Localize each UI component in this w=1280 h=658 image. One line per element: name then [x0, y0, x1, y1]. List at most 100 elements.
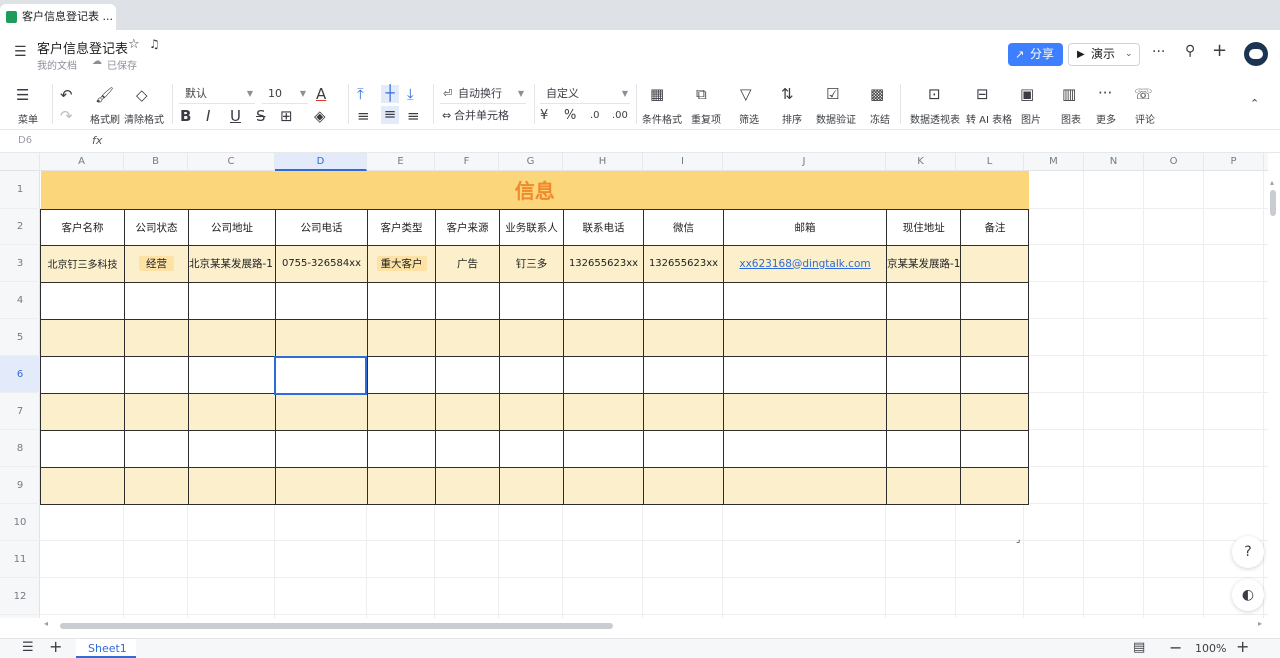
align-right-icon[interactable]: ≡ — [407, 108, 420, 124]
data-cell[interactable]: 北京某某发展路-1 — [188, 244, 276, 283]
header-cell[interactable]: 微信 — [643, 208, 724, 246]
align-middle-icon[interactable]: ┼ — [381, 85, 399, 103]
column-header-h[interactable]: H — [563, 153, 643, 171]
empty-cell[interactable] — [643, 429, 724, 468]
header-cell[interactable]: 邮箱 — [723, 208, 887, 246]
chevron-down-icon[interactable]: ⌄ — [1125, 44, 1133, 65]
formula-input[interactable] — [112, 134, 1262, 150]
empty-cell[interactable] — [188, 281, 276, 320]
underline-icon[interactable]: U — [230, 108, 241, 124]
empty-cell[interactable] — [124, 466, 189, 505]
empty-cell[interactable] — [723, 318, 887, 357]
empty-cell[interactable] — [885, 392, 962, 431]
column-header-c[interactable]: C — [188, 153, 275, 171]
active-cell-selection[interactable] — [274, 356, 367, 395]
data-cell[interactable]: 132655623xx — [563, 244, 644, 283]
empty-cell[interactable] — [723, 392, 887, 431]
row-header-5[interactable]: 5 — [0, 319, 40, 356]
empty-cell[interactable] — [435, 318, 500, 357]
align-left-icon[interactable]: ≡ — [357, 108, 370, 124]
image-button[interactable]: 图片 — [1021, 111, 1041, 126]
sort-icon[interactable]: ⇅ — [781, 86, 794, 102]
empty-cell[interactable] — [885, 355, 962, 394]
empty-cell[interactable] — [275, 466, 368, 505]
data-cell[interactable]: 重大客户 — [367, 244, 436, 283]
format-painter-button[interactable]: 格式刷 — [90, 111, 120, 126]
eraser-icon[interactable]: ◇ — [136, 87, 148, 103]
chart-button[interactable]: 图表 — [1061, 111, 1081, 126]
pivot-table-icon[interactable]: ⊡ — [928, 86, 941, 102]
pivot-table-button[interactable]: 数据透视表 — [910, 111, 960, 126]
italic-icon[interactable]: I — [206, 108, 210, 124]
resize-handle-icon[interactable]: ⌟ — [1016, 535, 1020, 545]
clear-format-button[interactable]: 清除格式 — [124, 111, 164, 126]
duplicates-icon[interactable]: ⧉ — [696, 86, 707, 102]
empty-cell[interactable] — [40, 281, 125, 320]
share-button[interactable]: ↗ 分享 — [1008, 43, 1063, 66]
grid-view-icon[interactable]: ▤ — [1133, 640, 1145, 655]
column-header-j[interactable]: J — [723, 153, 886, 171]
empty-cell[interactable] — [499, 392, 564, 431]
sheet-tab-sheet1[interactable]: Sheet1 — [76, 639, 136, 658]
header-cell[interactable]: 现住地址 — [885, 208, 962, 246]
empty-cell[interactable] — [643, 355, 724, 394]
empty-cell[interactable] — [435, 281, 500, 320]
email-link[interactable]: xx623168@dingtalk.com — [739, 258, 870, 270]
empty-cell[interactable] — [124, 429, 189, 468]
breadcrumb[interactable]: 我的文档 — [37, 57, 77, 72]
header-cell[interactable]: 客户类型 — [367, 208, 436, 246]
empty-cell[interactable] — [435, 392, 500, 431]
header-cell[interactable]: 业务联系人 — [499, 208, 564, 246]
data-cell[interactable]: 钉三多 — [499, 244, 564, 283]
column-header-d[interactable]: D — [275, 153, 367, 171]
theme-toggle-button[interactable]: ◐ — [1232, 579, 1264, 611]
strikethrough-icon[interactable]: S — [256, 108, 266, 124]
empty-cell[interactable] — [885, 281, 962, 320]
empty-cell[interactable] — [960, 355, 1030, 394]
conditional-format-button[interactable]: 条件格式 — [642, 111, 682, 126]
font-family-select[interactable]: 默认 ▼ — [179, 84, 255, 104]
header-cell[interactable]: 联系电话 — [563, 208, 644, 246]
empty-cell[interactable] — [643, 281, 724, 320]
data-cell[interactable]: 广告 — [435, 244, 500, 283]
empty-cell[interactable] — [643, 392, 724, 431]
row-header-10[interactable]: 10 — [0, 504, 40, 541]
empty-cell[interactable] — [367, 281, 436, 320]
empty-cell[interactable] — [960, 318, 1030, 357]
row-header-4[interactable]: 4 — [0, 282, 40, 319]
data-cell[interactable]: 132655623xx — [643, 244, 724, 283]
comment-button[interactable]: 评论 — [1135, 111, 1155, 126]
star-icon[interactable]: ☆ — [128, 37, 140, 52]
empty-cell[interactable] — [499, 281, 564, 320]
empty-cell[interactable] — [367, 355, 436, 394]
empty-cell[interactable] — [723, 466, 887, 505]
empty-cell[interactable] — [367, 429, 436, 468]
empty-cell[interactable] — [188, 355, 276, 394]
cell-reference[interactable]: D6 — [18, 135, 32, 146]
row-header-11[interactable]: 11 — [0, 541, 40, 578]
add-icon[interactable]: + — [1212, 40, 1227, 61]
empty-cell[interactable] — [563, 466, 644, 505]
empty-cell[interactable] — [124, 318, 189, 357]
empty-cell[interactable] — [643, 466, 724, 505]
column-header-b[interactable]: B — [124, 153, 188, 171]
borders-icon[interactable]: ⊞ — [280, 108, 293, 124]
zoom-out-icon[interactable]: − — [1169, 638, 1182, 657]
empty-cell[interactable] — [563, 318, 644, 357]
header-cell[interactable]: 公司状态 — [124, 208, 189, 246]
empty-cell[interactable] — [885, 318, 962, 357]
menu-icon[interactable]: ☰ — [16, 87, 29, 103]
empty-cell[interactable] — [563, 281, 644, 320]
empty-cell[interactable] — [723, 281, 887, 320]
filter-button[interactable]: 筛选 — [739, 111, 759, 126]
table-title[interactable]: 信息 — [40, 171, 1029, 209]
zoom-level[interactable]: 100% — [1195, 642, 1226, 655]
empty-cell[interactable] — [40, 392, 125, 431]
empty-cell[interactable] — [499, 466, 564, 505]
conditional-format-icon[interactable]: ▦ — [650, 86, 664, 102]
empty-cell[interactable] — [188, 318, 276, 357]
outline-toggle-icon[interactable]: ☰ — [14, 44, 27, 60]
empty-cell[interactable] — [885, 429, 962, 468]
empty-cell[interactable] — [188, 429, 276, 468]
empty-cell[interactable] — [435, 429, 500, 468]
